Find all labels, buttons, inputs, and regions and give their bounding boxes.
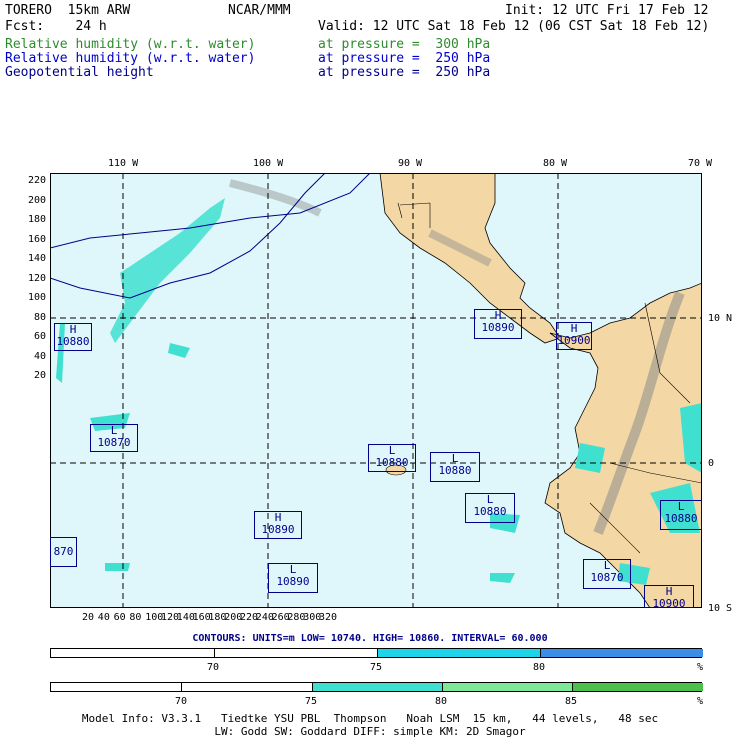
colorbar-2-seg-2 <box>312 683 442 691</box>
lat-label-10n: 10 N <box>708 313 733 324</box>
y-tick-label: 220 <box>27 175 46 186</box>
field-2-name: Relative humidity (w.r.t. water) <box>5 51 256 66</box>
colorbar-rh-300 <box>50 682 703 692</box>
title-org: NCAR/MMM <box>228 3 291 18</box>
field-3-name: Geopotential height <box>5 65 154 80</box>
field-1-level: at pressure = 300 hPa <box>318 37 491 52</box>
y-tick-label: 60 <box>33 331 46 342</box>
y-tick-label: 80 <box>33 311 46 323</box>
colorbar-2-label-85: 85 <box>565 696 578 707</box>
colorbar-1-seg-3 <box>540 649 703 657</box>
y-tick-label: 140 <box>27 253 46 264</box>
title-model: TORERO 15km ARW <box>5 3 131 18</box>
center-l-2: L 10890 <box>268 563 318 593</box>
x-tick-label: 40 <box>97 612 110 623</box>
lon-label-90w: 90 W <box>398 158 423 169</box>
center-l-4: L 10880 <box>430 452 480 482</box>
x-tick-label: 80 <box>129 612 142 623</box>
center-l-6: L 10880 <box>660 500 702 530</box>
init-time: Init: 12 UTC Fri 17 Feb 12 <box>505 3 709 18</box>
colorbar-2-label-70: 70 <box>175 696 188 707</box>
center-l-5: L 10880 <box>465 493 515 523</box>
field-3-level: at pressure = 250 hPa <box>318 65 491 80</box>
lon-label-80w: 80 W <box>543 158 568 169</box>
center-h-3: H 10890 <box>474 309 522 339</box>
physics-info: LW: Godd SW: Goddard DIFF: simple KM: 2D… <box>214 725 526 738</box>
x-tick-label: 20 <box>82 612 95 623</box>
center-l-1: L 10870 <box>90 424 138 452</box>
center-l-3: L 10880 <box>368 444 416 472</box>
lat-label-10s: 10 S <box>708 603 733 614</box>
field-1-name: Relative humidity (w.r.t. water) <box>5 37 256 52</box>
forecast-hour: Fcst: 24 h <box>5 19 107 34</box>
colorbar-2-label-80: 80 <box>435 696 448 707</box>
contour-info: CONTOURS: UNITS=m LOW= 10740. HIGH= 1086… <box>192 633 548 644</box>
x-tick-label: 60 <box>113 612 126 623</box>
y-tick-label: 200 <box>27 194 46 206</box>
x-tick-label: 320 <box>319 612 338 623</box>
y-tick-label: 40 <box>33 350 46 362</box>
center-h-1: H 10880 <box>54 323 92 351</box>
colorbar-1-label-75: 75 <box>370 662 383 673</box>
weather-map <box>50 173 702 608</box>
valid-time: Valid: 12 UTC Sat 18 Feb 12 (06 CST Sat … <box>318 19 710 34</box>
colorbar-2-seg-3 <box>442 683 572 691</box>
colorbar-1-label-70: 70 <box>207 662 220 673</box>
colorbar-2-label-75: 75 <box>305 696 318 707</box>
lon-label-100w: 100 W <box>253 158 284 169</box>
lon-label-110w: 110 W <box>108 158 139 169</box>
colorbar-1-seg-2 <box>377 649 540 657</box>
center-h-2: H 10890 <box>254 511 302 539</box>
y-tick-label: 100 <box>27 292 46 303</box>
lon-label-70w: 70 W <box>688 158 713 169</box>
model-info: Model Info: V3.3.1 Tiedtke YSU PBL Thomp… <box>81 712 659 725</box>
y-tick-label: 120 <box>27 272 46 284</box>
y-tick-label: 160 <box>27 233 46 245</box>
center-h-5: H 10900 <box>644 585 694 610</box>
colorbar-2-seg-4 <box>572 683 703 691</box>
colorbar-1-unit: % <box>697 662 704 673</box>
field-2-level: at pressure = 250 hPa <box>318 51 491 66</box>
y-tick-label: 180 <box>27 214 46 225</box>
center-edge: 870 <box>50 537 77 567</box>
center-l-7: L 10870 <box>583 559 631 589</box>
colorbar-rh-250 <box>50 648 703 658</box>
colorbar-1-label-80: 80 <box>533 662 546 673</box>
lat-label-0: 0 <box>708 458 715 469</box>
y-tick-label: 20 <box>33 370 46 381</box>
colorbar-2-unit: % <box>697 696 704 707</box>
center-h-4: H 10900 <box>556 322 592 350</box>
